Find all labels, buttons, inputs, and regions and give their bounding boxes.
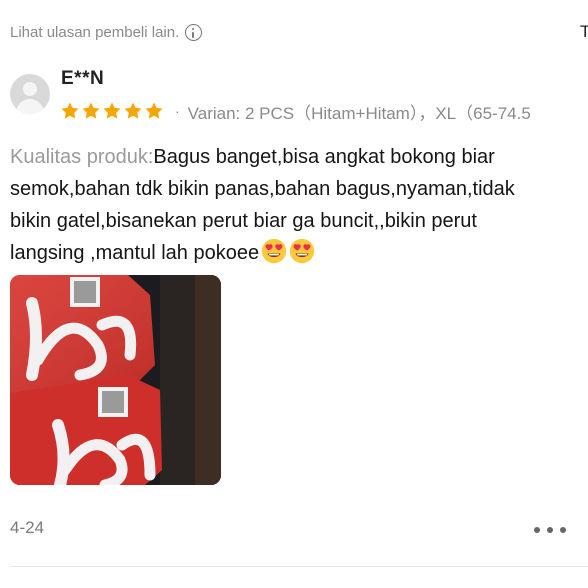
review-line: langsing ,mantul lah pokoee xyxy=(10,242,260,264)
review-date: 4-24 xyxy=(10,518,45,537)
review-text: Kualitas produk:Bagus banget,bisa angkat… xyxy=(10,141,588,269)
separator-dot: · xyxy=(175,103,180,119)
star-icon xyxy=(124,102,142,119)
product-photo[interactable] xyxy=(10,275,221,485)
user-avatar-icon xyxy=(10,74,50,114)
review-line: semok,bahan tdk bikin panas,bahan bagus,… xyxy=(10,178,515,200)
variant-text: Varian: 2 PCS（Hitam+Hitam），XL（65-74.5 xyxy=(187,103,531,123)
star-icon xyxy=(82,102,100,119)
quality-label: Kualitas produk: xyxy=(10,146,154,168)
review-line: Bagus banget,bisa angkat bokong biar xyxy=(153,146,495,168)
info-icon[interactable] xyxy=(185,24,203,41)
emoji-group xyxy=(259,238,315,264)
more-options-icon[interactable] xyxy=(534,520,566,540)
divider xyxy=(10,566,588,567)
heart-eyes-emoji-icon xyxy=(261,238,287,264)
see-other-reviews-hint[interactable]: Lihat ulasan pembeli lain. xyxy=(10,24,203,41)
truncated-header-text: T xyxy=(580,22,588,41)
star-icon xyxy=(103,102,121,119)
reviewer-name: E**N xyxy=(61,68,105,89)
star-rating xyxy=(60,101,165,121)
star-icon xyxy=(145,102,163,119)
star-icon xyxy=(61,102,79,119)
heart-eyes-emoji-icon xyxy=(289,238,315,264)
hint-text: Lihat ulasan pembeli lain. xyxy=(10,24,180,41)
review-line: bikin gatel,bisanekan perut biar ga bunc… xyxy=(10,210,477,232)
reviews-header: Lihat ulasan pembeli lain. T xyxy=(0,0,588,64)
rating-row: · Varian: 2 PCS（Hitam+Hitam），XL（65-74.5 xyxy=(60,100,531,123)
